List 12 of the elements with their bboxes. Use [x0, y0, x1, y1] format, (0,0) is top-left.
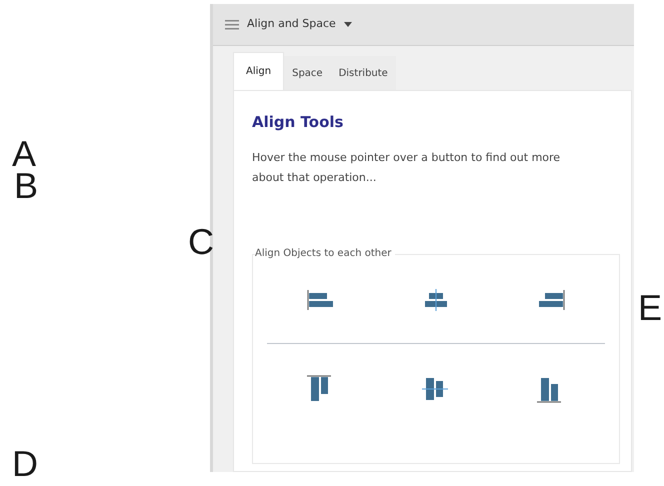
- section-heading: Align Tools: [252, 112, 344, 133]
- description-text: Hover the mouse pointer over a button to find out more about that operation...: [252, 150, 562, 186]
- callout-letter: E: [638, 290, 662, 326]
- callout-letter: D: [12, 446, 38, 482]
- panel-title-dropdown[interactable]: Align and Space: [247, 16, 352, 33]
- panel-menu-icon: [225, 20, 239, 30]
- group-legend: Align Objects to each other: [255, 246, 396, 260]
- tab[interactable]: Space: [284, 56, 331, 90]
- tab[interactable]: Distribute: [330, 56, 396, 90]
- caret-icon: [344, 22, 352, 27]
- tab[interactable]: Align: [233, 52, 284, 90]
- callout-letter: C: [188, 224, 214, 260]
